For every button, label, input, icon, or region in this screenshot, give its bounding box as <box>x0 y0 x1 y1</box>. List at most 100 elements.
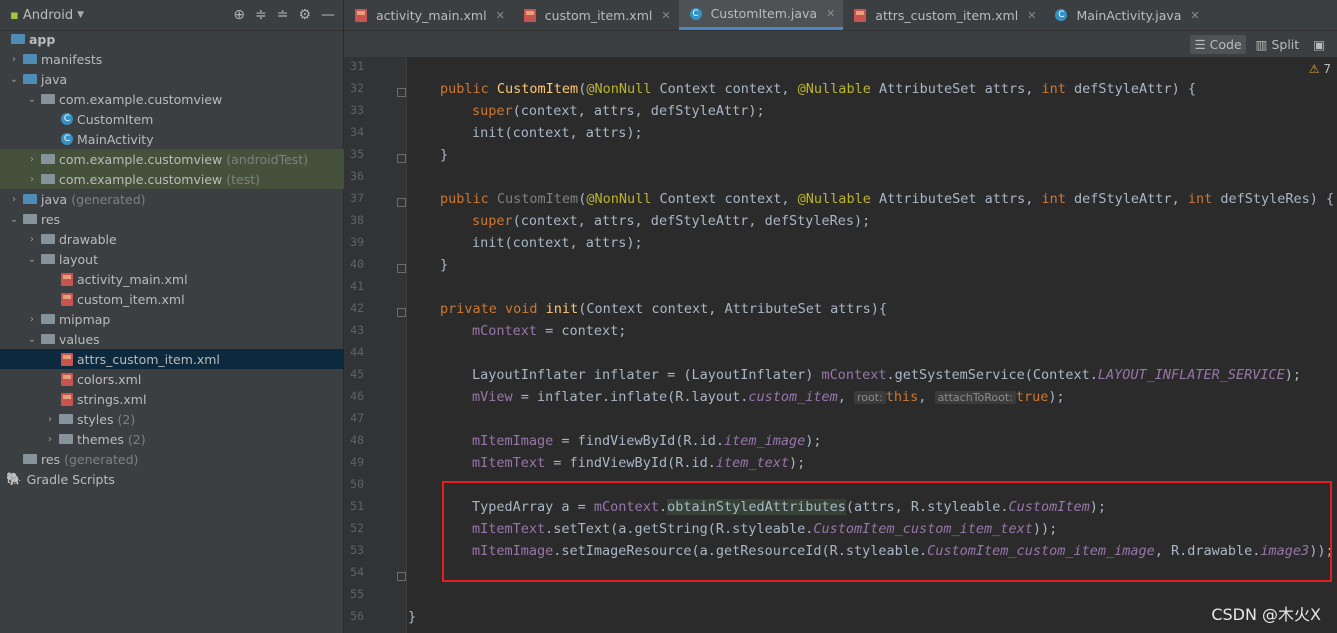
folder-icon <box>59 434 73 444</box>
chevron-right-icon[interactable]: › <box>44 414 56 425</box>
folder-icon <box>23 74 37 84</box>
tab-attrs-custom-item-xml[interactable]: attrs_custom_item.xml ✕ <box>843 0 1044 30</box>
tree-item-app[interactable]: app <box>0 29 351 49</box>
xml-file-icon <box>61 272 73 286</box>
tab-mainactivity-java[interactable]: C MainActivity.java ✕ <box>1044 0 1207 30</box>
chevron-right-icon[interactable]: › <box>8 54 20 65</box>
tree-item-mainactivity[interactable]: C MainActivity <box>0 129 401 149</box>
folder-icon <box>41 234 55 244</box>
tree-item-styles[interactable]: › styles (2) <box>0 409 387 429</box>
tree-item-label: activity_main.xml <box>77 271 188 287</box>
param-hint: root: <box>854 391 886 404</box>
tree-item-custom-item-xml[interactable]: custom_item.xml <box>0 289 401 309</box>
fold-marker-icon[interactable] <box>397 198 406 207</box>
fold-marker-icon[interactable] <box>397 308 406 317</box>
split-mode-icon: ▥ <box>1255 36 1268 52</box>
close-icon[interactable]: ✕ <box>496 9 505 22</box>
tree-item-res[interactable]: ⌄ res <box>0 209 351 229</box>
chevron-down-icon[interactable]: ⌄ <box>26 334 38 345</box>
tree-item-package-androidtest[interactable]: › com.example.customview (androidTest) <box>0 149 369 169</box>
close-icon[interactable]: ✕ <box>1027 9 1036 22</box>
line-number: 51 <box>350 499 364 513</box>
tab-activity-main-xml[interactable]: activity_main.xml ✕ <box>344 0 513 30</box>
chevron-right-icon[interactable]: › <box>26 314 38 325</box>
tree-item-package[interactable]: ⌄ com.example.customview <box>0 89 369 109</box>
tab-custom-item-xml[interactable]: custom_item.xml ✕ <box>513 0 679 30</box>
xml-file-icon <box>61 292 73 306</box>
view-selector[interactable]: ▪ Android ▼ <box>10 8 84 23</box>
tree-item-manifests[interactable]: › manifests <box>0 49 351 69</box>
code-line-33: super(context, attrs, defStyleAttr); <box>472 103 765 119</box>
java-class-icon: C <box>689 7 702 20</box>
tree-item-label: layout <box>59 251 99 267</box>
line-number: 35 <box>350 147 364 161</box>
tree-item-strings-xml[interactable]: strings.xml <box>0 389 401 409</box>
line-number: 50 <box>350 477 364 491</box>
tree-item-label: drawable <box>59 231 117 247</box>
tab-label: MainActivity.java <box>1076 7 1182 23</box>
tree-item-label: custom_item.xml <box>77 291 185 307</box>
locate-icon[interactable]: ⊕ <box>233 7 245 23</box>
code-line-34: init(context, attrs); <box>472 125 643 141</box>
tab-label: CustomItem.java <box>710 6 818 21</box>
tree-item-activity-main-xml[interactable]: activity_main.xml <box>0 269 401 289</box>
close-icon[interactable]: ✕ <box>661 9 670 22</box>
code-line-56: } <box>408 609 417 625</box>
fold-marker-icon[interactable] <box>397 88 406 97</box>
expand-all-icon[interactable]: ≑ <box>255 7 267 23</box>
chevron-down-icon[interactable]: ⌄ <box>26 254 38 265</box>
split-mode-button[interactable]: ▥ Split <box>1252 35 1304 54</box>
code-mode-button[interactable]: ☰ Code <box>1190 34 1246 54</box>
fold-marker-icon[interactable] <box>397 264 406 273</box>
chevron-right-icon[interactable]: › <box>44 434 56 445</box>
tree-item-res-generated[interactable]: res (generated) <box>0 449 363 469</box>
chevron-right-icon[interactable]: › <box>8 194 20 205</box>
folder-icon <box>41 334 55 344</box>
chevron-down-icon[interactable]: ⌄ <box>26 94 38 105</box>
folder-icon <box>23 54 37 64</box>
fold-marker-icon[interactable] <box>397 572 406 581</box>
chevron-right-icon[interactable]: › <box>26 234 38 245</box>
tree-item-label: com.example.customview <box>59 171 223 187</box>
tree-item-themes[interactable]: › themes (2) <box>0 429 387 449</box>
tree-item-gradle-scripts[interactable]: 🐘 Gradle Scripts <box>0 469 349 489</box>
tree-item-java-generated[interactable]: › java (generated) <box>0 189 351 209</box>
tree-item-label: res <box>41 211 61 227</box>
tree-item-label: java <box>41 71 68 87</box>
tree-item-customitem[interactable]: C CustomItem <box>0 109 401 129</box>
folder-icon <box>23 214 37 224</box>
xml-file-icon <box>355 8 367 22</box>
code-mode-label: Code <box>1209 36 1242 52</box>
xml-file-icon <box>61 372 73 386</box>
code-line-40: } <box>440 257 449 273</box>
code-line-38: super(context, attrs, defStyleAttr, defS… <box>472 213 871 229</box>
close-icon[interactable]: ✕ <box>1190 9 1199 22</box>
watermark: CSDN @木火X <box>1211 605 1321 624</box>
tree-item-drawable[interactable]: › drawable <box>0 229 369 249</box>
code-line-37: public CustomItem(@NonNull Context conte… <box>440 191 1335 207</box>
chevron-right-icon[interactable]: › <box>26 154 38 165</box>
tree-item-java[interactable]: ⌄ java <box>0 69 351 89</box>
tree-item-label: manifests <box>41 51 103 67</box>
fold-marker-icon[interactable] <box>397 154 406 163</box>
tree-item-mipmap[interactable]: › mipmap <box>0 309 369 329</box>
minimize-icon[interactable]: — <box>321 7 335 23</box>
package-icon <box>41 94 55 104</box>
chevron-down-icon[interactable]: ⌄ <box>8 74 20 85</box>
design-mode-button[interactable]: ▣ <box>1309 35 1329 54</box>
close-icon[interactable]: ✕ <box>826 7 835 20</box>
gear-icon[interactable]: ⚙ <box>298 7 311 23</box>
collapse-all-icon[interactable]: ≐ <box>277 7 289 23</box>
image-icon: ▣ <box>1313 36 1325 52</box>
tree-item-values[interactable]: ⌄ values <box>0 329 369 349</box>
tab-customitem-java[interactable]: C CustomItem.java ✕ <box>678 0 844 30</box>
line-number: 45 <box>350 367 364 381</box>
tree-item-layout[interactable]: ⌄ layout <box>0 249 369 269</box>
tree-item-suffix: (androidTest) <box>226 151 309 167</box>
chevron-right-icon[interactable]: › <box>26 174 38 185</box>
tree-item-colors-xml[interactable]: colors.xml <box>0 369 401 389</box>
tree-item-attrs-custom-item-xml[interactable]: attrs_custom_item.xml <box>0 349 401 369</box>
tree-item-package-test[interactable]: › com.example.customview (test) <box>0 169 369 189</box>
chevron-down-icon[interactable]: ⌄ <box>8 214 20 225</box>
line-number: 56 <box>350 609 364 623</box>
